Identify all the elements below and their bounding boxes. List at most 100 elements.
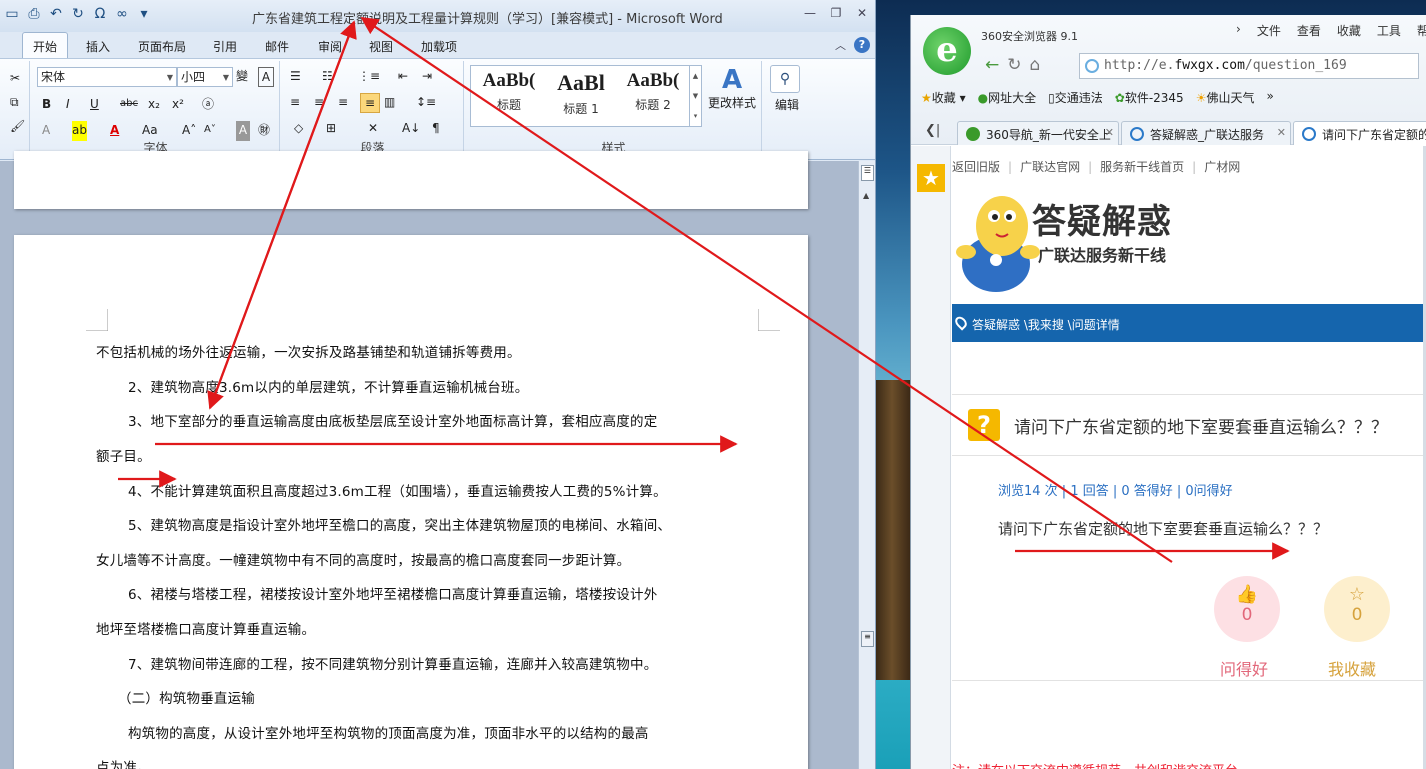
scroll-up-icon[interactable]: ▲ [863, 191, 869, 200]
highlight-icon[interactable]: ab [72, 121, 87, 141]
font-color-icon[interactable]: A [110, 121, 119, 141]
favorites-star-icon[interactable]: ★ [917, 164, 945, 192]
decrease-indent-icon[interactable]: ⇤ [398, 67, 408, 87]
more-favorites-icon[interactable]: » [1266, 89, 1273, 106]
show-marks-icon[interactable]: ¶ [432, 119, 440, 139]
fav-software[interactable]: ✿软件-2345 [1115, 89, 1184, 106]
restore-icon[interactable]: ❐ [828, 6, 844, 20]
tab-page-layout[interactable]: 页面布局 [138, 38, 186, 55]
cut-icon[interactable]: ✂ [10, 69, 20, 89]
align-right-icon[interactable]: ≡ [338, 93, 348, 113]
font-name-combo[interactable]: 宋体 ▼ [37, 67, 177, 87]
link-icon[interactable]: ∞ [114, 6, 130, 22]
help-icon[interactable]: ? [854, 37, 870, 53]
menu-file[interactable]: 文件 [1257, 22, 1281, 39]
browser-tab[interactable]: 答疑解惑_广联达服务 ✕ [1121, 121, 1291, 145]
fav-weather[interactable]: ☀佛山天气 [1196, 89, 1255, 106]
undo-icon[interactable]: ↶ [48, 6, 64, 22]
breadcrumb-text[interactable]: 答疑解惑 \我来搜 \问题详情 [972, 318, 1120, 332]
phonetic-guide-icon[interactable]: 變 [236, 67, 248, 87]
bullets-icon[interactable]: ☰ [290, 67, 301, 87]
like-button[interactable]: 👍 0 [1214, 576, 1280, 642]
clear-format-icon[interactable]: ⓐ [202, 95, 214, 115]
minimize-icon[interactable]: — [802, 6, 818, 20]
link-material[interactable]: 广材网 [1204, 160, 1240, 174]
character-shading-icon[interactable]: A [236, 121, 250, 141]
tab-mailings[interactable]: 邮件 [265, 38, 289, 55]
browser-tab[interactable]: 360导航_新一代安全上 ✕ [957, 121, 1119, 145]
line-spacing-icon[interactable]: ↕≡ [416, 93, 436, 113]
format-painter-icon[interactable]: 🖌 [10, 117, 25, 137]
sort-icon[interactable]: A↓ [402, 119, 420, 139]
fav-nav[interactable]: ●网址大全 [978, 89, 1037, 106]
home-icon[interactable]: ⌂ [1030, 55, 1041, 75]
tab-references[interactable]: 引用 [213, 38, 237, 55]
fav-traffic[interactable]: ▯交通违法 [1048, 89, 1103, 106]
gallery-scroll[interactable]: ▲ ▼ ▾ [689, 66, 701, 126]
edit-button[interactable]: ⚲ 编辑 [770, 65, 804, 129]
superscript-button[interactable]: x² [172, 95, 184, 115]
customize-qat-icon[interactable]: ▾ [136, 6, 152, 22]
character-border-icon[interactable]: A [258, 67, 274, 87]
link-old-version[interactable]: 返回旧版 [952, 160, 1000, 174]
fav-collect[interactable]: ★收藏 ▾ [921, 89, 966, 106]
like-label[interactable]: 问得好 [1220, 656, 1268, 680]
font-size-combo[interactable]: 小四 ▼ [177, 67, 233, 87]
back-icon[interactable]: ← [985, 55, 999, 75]
refresh-icon[interactable]: ↻ [1007, 55, 1021, 75]
tab-home[interactable]: 开始 [22, 32, 69, 59]
menu-chevron-icon[interactable]: › [1236, 22, 1241, 39]
redo-icon[interactable]: ↻ [70, 6, 86, 22]
print-icon[interactable]: ⎙ [26, 6, 42, 22]
favorite-button[interactable]: ☆ 0 [1324, 576, 1390, 642]
favorite-label[interactable]: 我收藏 [1328, 656, 1376, 680]
style-title[interactable]: AaBb( 标题 [473, 70, 545, 124]
symbol-icon[interactable]: Ω [92, 6, 108, 22]
align-left-icon[interactable]: ≡ [290, 93, 300, 113]
enclose-characters-icon[interactable]: ㊖ [258, 121, 270, 141]
italic-button[interactable]: I [66, 95, 70, 115]
shading-icon[interactable]: ◇ [294, 119, 303, 139]
close-icon[interactable]: ✕ [854, 6, 870, 20]
change-case-icon[interactable]: Aa [142, 121, 158, 141]
menu-view[interactable]: 查看 [1297, 22, 1321, 39]
distributed-icon[interactable]: ▥ [384, 93, 395, 113]
link-fwxgx-home[interactable]: 服务新干线首页 [1100, 160, 1184, 174]
link-glodon[interactable]: 广联达官网 [1020, 160, 1080, 174]
subscript-button[interactable]: x₂ [148, 95, 160, 115]
align-center-icon[interactable]: ≡ [314, 93, 324, 113]
style-heading-2[interactable]: AaBb( 标题 2 [617, 70, 689, 124]
style-heading-1[interactable]: AaBl 标题 1 [545, 70, 617, 124]
change-styles-button[interactable]: A 更改样式 [706, 65, 758, 129]
close-tab-icon[interactable]: ✕ [1277, 126, 1286, 139]
underline-button[interactable]: U [90, 95, 99, 115]
open-icon[interactable]: ▭ [4, 6, 20, 22]
increase-indent-icon[interactable]: ⇥ [422, 67, 432, 87]
shrink-font-icon[interactable]: A˅ [204, 121, 216, 141]
strikethrough-button[interactable]: abc [120, 95, 138, 115]
menu-tools[interactable]: 工具 [1377, 22, 1401, 39]
tab-review[interactable]: 审阅 [318, 38, 342, 55]
close-tab-icon[interactable]: ✕ [1105, 126, 1114, 139]
text-effects-icon[interactable]: A [42, 121, 50, 141]
borders-icon[interactable]: ⊞ [326, 119, 336, 139]
menu-favorites[interactable]: 收藏 [1337, 22, 1361, 39]
bold-button[interactable]: B [42, 95, 51, 115]
justify-icon[interactable]: ≡ [360, 93, 380, 113]
tab-list-icon[interactable]: ❮| [925, 123, 940, 138]
chinese-layout-icon[interactable]: ✕ [368, 119, 378, 139]
tab-addins[interactable]: 加载项 [421, 38, 457, 55]
address-bar[interactable]: http://e.fwxgx.com/question_169 [1079, 53, 1419, 79]
tab-view[interactable]: 视图 [369, 38, 393, 55]
scroll-thumb[interactable]: ≡ [861, 631, 874, 647]
menu-help[interactable]: 帮助 [1417, 22, 1426, 39]
numbering-icon[interactable]: ☷ [322, 67, 333, 87]
browser-tab-active[interactable]: 请问下广东省定额的 [1293, 121, 1426, 145]
vertical-scrollbar[interactable]: ▲ ☰ ≡ [858, 161, 875, 769]
copy-icon[interactable]: ⧉ [10, 93, 19, 113]
ruler-toggle-icon[interactable]: ☰ [861, 165, 874, 181]
grow-font-icon[interactable]: A˄ [182, 121, 196, 141]
tab-insert[interactable]: 插入 [86, 38, 110, 55]
multilevel-list-icon[interactable]: ⋮≡ [358, 67, 380, 87]
collapse-ribbon-icon[interactable]: ︿ [835, 37, 846, 53]
